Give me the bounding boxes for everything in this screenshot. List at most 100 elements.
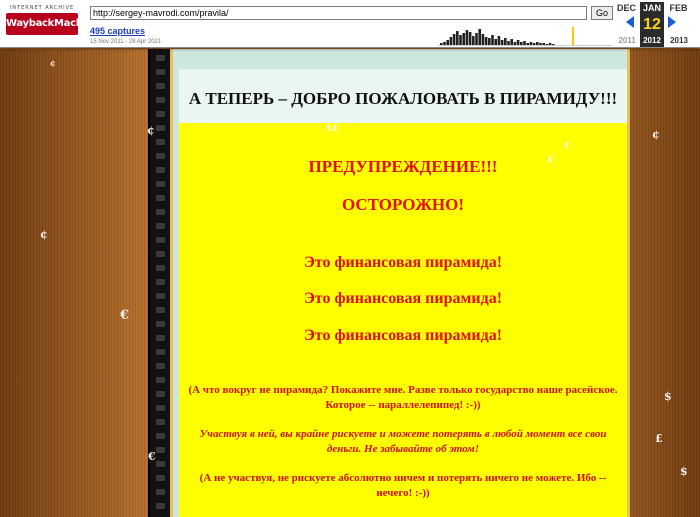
warning-heading: ПРЕДУПРЕЖДЕНИЕ!!! — [308, 157, 498, 176]
falling-currency-icon: ¢ — [564, 140, 571, 150]
sparkline-bar — [548, 43, 552, 45]
title-band: А ТЕПЕРЬ – ДОБРО ПОЖАЛОВАТЬ В ПИРАМИДУ!!… — [179, 69, 627, 123]
falling-currency-icon: € — [148, 450, 156, 463]
caution-heading: ОСТОРОЖНО! — [341, 195, 465, 214]
film-hole — [156, 111, 165, 117]
film-hole — [156, 97, 165, 103]
logo-internet-archive-text: INTERNET ARCHIVE — [9, 5, 75, 11]
pyramid-line: Это финансовая пирамида! — [303, 254, 503, 271]
falling-currency-icon: $ — [664, 390, 672, 403]
film-hole — [156, 321, 165, 327]
sparkline-bar — [542, 43, 545, 45]
page-title: А ТЕПЕРЬ – ДОБРО ПОЖАЛОВАТЬ В ПИРАМИДУ!!… — [188, 89, 618, 108]
warning-panel: ПРЕДУПРЕЖДЕНИЕ!!! ОСТОРОЖНО! Это финансо… — [179, 123, 627, 517]
paragraph-risk: Участвуя в ней, вы крайне рискуете и мож… — [199, 428, 607, 455]
film-hole — [156, 167, 165, 173]
sparkline-bar — [459, 35, 462, 45]
sparkline-bar — [491, 35, 494, 45]
sparkline-bar — [440, 43, 443, 45]
pyramid-line: Это финансовая пирамида! — [303, 327, 503, 344]
film-hole — [156, 349, 165, 355]
falling-currency-icon: € — [548, 156, 555, 166]
sparkline-bar — [443, 42, 446, 45]
logo-wayback-machine-text: WaybackMachine — [6, 13, 99, 35]
sparkline-bar — [526, 43, 529, 45]
captures-date-range: 15 Nov 2011 - 28 Apr 2021 — [90, 39, 162, 45]
sparkline-bar — [465, 30, 469, 45]
wayback-logo[interactable]: INTERNET ARCHIVE WaybackMachine — [6, 5, 99, 39]
film-hole — [156, 139, 165, 145]
sparkline-bar — [475, 33, 478, 45]
sparkline-bar — [520, 42, 523, 45]
sparkline-bar — [523, 41, 526, 45]
paragraph-aside-2: (А не участвуя, не рискуете абсолютно ни… — [199, 472, 607, 499]
falling-currency-icon: ¢ — [652, 128, 660, 141]
film-hole — [156, 153, 165, 159]
sparkline-bar — [532, 43, 536, 45]
sparkline-bar — [478, 29, 481, 45]
current-day: 12 — [643, 16, 661, 33]
film-hole — [156, 237, 165, 243]
film-hole — [156, 251, 165, 257]
sparkline-bar — [536, 42, 539, 45]
film-hole — [156, 69, 165, 75]
film-hole — [156, 461, 165, 467]
sparkline-bar — [516, 40, 520, 45]
sparkline-bar — [481, 34, 485, 45]
sparkline-bar — [446, 40, 449, 45]
sparkline-bar — [472, 36, 475, 45]
sparkline-bar — [504, 38, 507, 45]
sparkline-bar — [539, 43, 542, 45]
film-hole — [156, 377, 165, 383]
sparkline-bar — [529, 42, 533, 45]
url-input[interactable] — [90, 6, 587, 20]
sparkline-bar — [462, 33, 465, 45]
sparkline-bar — [484, 37, 488, 45]
falling-currency-icon: $£ — [326, 124, 339, 134]
pyramid-line: Это финансовая пирамида! — [303, 290, 503, 307]
film-hole — [156, 405, 165, 411]
film-hole — [156, 181, 165, 187]
sparkline-bar — [545, 44, 549, 45]
film-hole — [156, 503, 165, 509]
falling-currency-icon: £ — [655, 432, 663, 445]
film-hole — [156, 419, 165, 425]
sparkline-bar — [449, 37, 453, 45]
captures-sparkline[interactable] — [438, 25, 612, 47]
paragraph-aside-1: (А что вокруг не пирамида? Покажите мне.… — [188, 384, 618, 411]
go-button[interactable]: Go — [591, 6, 613, 20]
film-hole — [156, 125, 165, 131]
film-hole — [156, 195, 165, 201]
film-hole — [156, 279, 165, 285]
falling-currency-icon: € — [120, 308, 130, 323]
film-hole — [156, 307, 165, 313]
prev-year-label[interactable]: 2011 — [613, 36, 641, 45]
sparkline-bar — [507, 41, 510, 45]
sparkline-bar — [494, 39, 497, 45]
sparkline-bar — [552, 44, 555, 45]
film-hole — [156, 475, 165, 481]
sparkline-bar — [510, 39, 513, 45]
prev-month-label[interactable]: DEC — [614, 3, 639, 13]
next-year-label[interactable]: 2013 — [665, 36, 693, 45]
captures-link[interactable]: 495 captures — [90, 26, 145, 36]
current-year-label: 2012 — [643, 36, 661, 45]
sparkline-bar — [452, 34, 456, 45]
film-hole — [156, 447, 165, 453]
next-capture-arrow-icon[interactable] — [668, 16, 676, 28]
film-hole — [156, 55, 165, 61]
wayback-toolbar: INTERNET ARCHIVE WaybackMachine Go 495 c… — [0, 0, 700, 48]
next-month-label[interactable]: FEB — [666, 3, 691, 13]
prev-capture-arrow-icon[interactable] — [626, 16, 634, 28]
sparkline-bar — [500, 40, 504, 45]
film-hole — [156, 363, 165, 369]
sparkline-bar — [468, 32, 472, 45]
film-hole — [156, 391, 165, 397]
sparkline-bar — [456, 31, 459, 45]
film-hole — [156, 209, 165, 215]
film-hole — [156, 83, 165, 89]
falling-currency-icon: ¢ — [147, 124, 155, 137]
sparkline-bar — [513, 42, 517, 45]
film-hole — [156, 265, 165, 271]
film-hole — [156, 489, 165, 495]
